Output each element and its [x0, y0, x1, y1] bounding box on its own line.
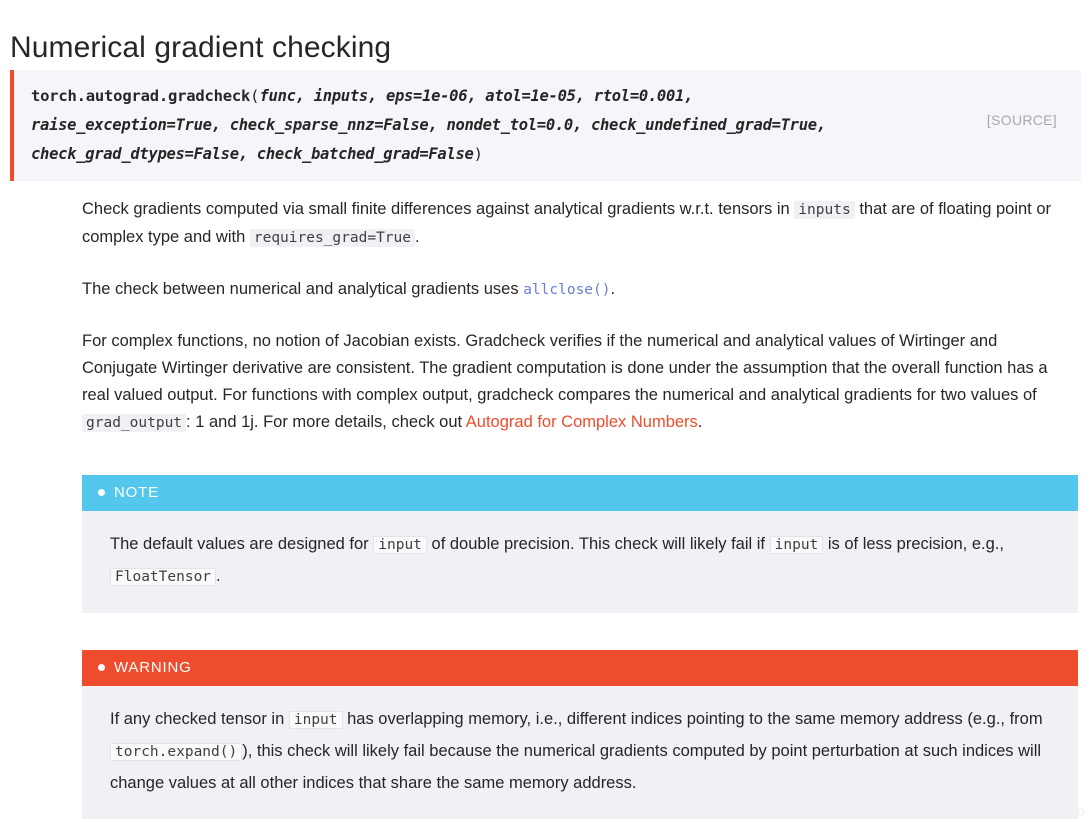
paragraph-allclose-period: .	[610, 280, 616, 298]
source-link[interactable]: [SOURCE]	[987, 112, 1057, 128]
documentation-page: Numerical gradient checking torch.autogr…	[0, 0, 1091, 822]
paragraph-complex-text-b: : 1 and 1j. For more details, check out	[186, 413, 463, 431]
note-admonition-title: NOTE	[82, 475, 1078, 511]
code-literal-floattensor: FloatTensor	[110, 568, 217, 586]
warning-admonition-title: WARNING	[82, 650, 1078, 686]
note-admonition-body: The default values are designed for inpu…	[82, 511, 1078, 613]
paragraph-description: Check gradients computed via small finit…	[82, 196, 1072, 252]
note-admonition-text: The default values are designed for inpu…	[110, 529, 1052, 593]
code-literal-input-3: input	[288, 711, 343, 729]
paragraph-complex-period: .	[697, 413, 703, 431]
warning-admonition-text: If any checked tensor in input has overl…	[110, 704, 1052, 799]
signature-close-paren: )	[473, 145, 483, 163]
signature-open-paren: (	[250, 87, 260, 105]
warning-text-b: has overlapping memory, i.e., different …	[347, 710, 1043, 728]
body-content: Check gradients computed via small finit…	[82, 196, 1072, 437]
paragraph-description-text-a: Check gradients computed via small finit…	[82, 200, 790, 218]
watermark: https://blog.csdn.net/szupup	[892, 803, 1085, 820]
note-text-b: of double precision. This check will lik…	[431, 535, 766, 553]
page-title: Numerical gradient checking	[10, 31, 392, 65]
bullet-icon	[98, 663, 105, 671]
signature-args-line-2: raise_exception=True, check_sparse_nnz=F…	[31, 116, 826, 134]
allclose-link[interactable]: allclose()	[523, 282, 610, 298]
code-literal-inputs: inputs	[794, 201, 855, 219]
warning-admonition-body: If any checked tensor in input has overl…	[82, 686, 1078, 819]
signature-args-line-1: func, inputs, eps=1e-06, atol=1e-05, rto…	[259, 87, 694, 105]
paragraph-allclose: The check between numerical and analytic…	[82, 276, 1072, 304]
code-literal-input-2: input	[769, 536, 824, 554]
paragraph-complex: For complex functions, no notion of Jaco…	[82, 328, 1072, 437]
code-literal-grad-output: grad_output	[82, 414, 187, 432]
code-literal-requires-grad: requires_grad=True	[249, 229, 415, 247]
warning-admonition: WARNING If any checked tensor in input h…	[82, 650, 1078, 819]
autograd-complex-numbers-link[interactable]: Autograd for Complex Numbers	[466, 413, 698, 431]
note-text-d: .	[216, 567, 221, 585]
warning-admonition-title-label: WARNING	[114, 659, 192, 676]
signature-args-line-3: check_grad_dtypes=False, check_batched_g…	[31, 145, 474, 163]
signature-line-1: torch.autograd.gradcheck(func, inputs, e…	[31, 82, 1065, 111]
code-literal-input-1: input	[373, 536, 427, 554]
note-text-a: The default values are designed for	[110, 535, 369, 553]
paragraph-allclose-text: The check between numerical and analytic…	[82, 280, 519, 298]
note-admonition-title-label: NOTE	[114, 484, 159, 501]
warning-text-a: If any checked tensor in	[110, 710, 285, 728]
note-admonition: NOTE The default values are designed for…	[82, 475, 1078, 613]
code-literal-torch-expand: torch.expand()	[110, 743, 243, 761]
paragraph-complex-text-a: For complex functions, no notion of Jaco…	[82, 332, 1048, 404]
function-signature-block: torch.autograd.gradcheck(func, inputs, e…	[10, 70, 1081, 181]
warning-text-c: ), this check will likely fail because t…	[110, 742, 1042, 792]
signature-qualified-name: torch.autograd.gradcheck	[31, 87, 251, 105]
paragraph-description-period: .	[415, 228, 420, 246]
note-text-c: is of less precision, e.g.,	[827, 535, 1004, 553]
bullet-icon	[98, 488, 105, 496]
signature-line-2: raise_exception=True, check_sparse_nnz=F…	[31, 111, 1065, 140]
signature-line-3: check_grad_dtypes=False, check_batched_g…	[31, 140, 1065, 169]
